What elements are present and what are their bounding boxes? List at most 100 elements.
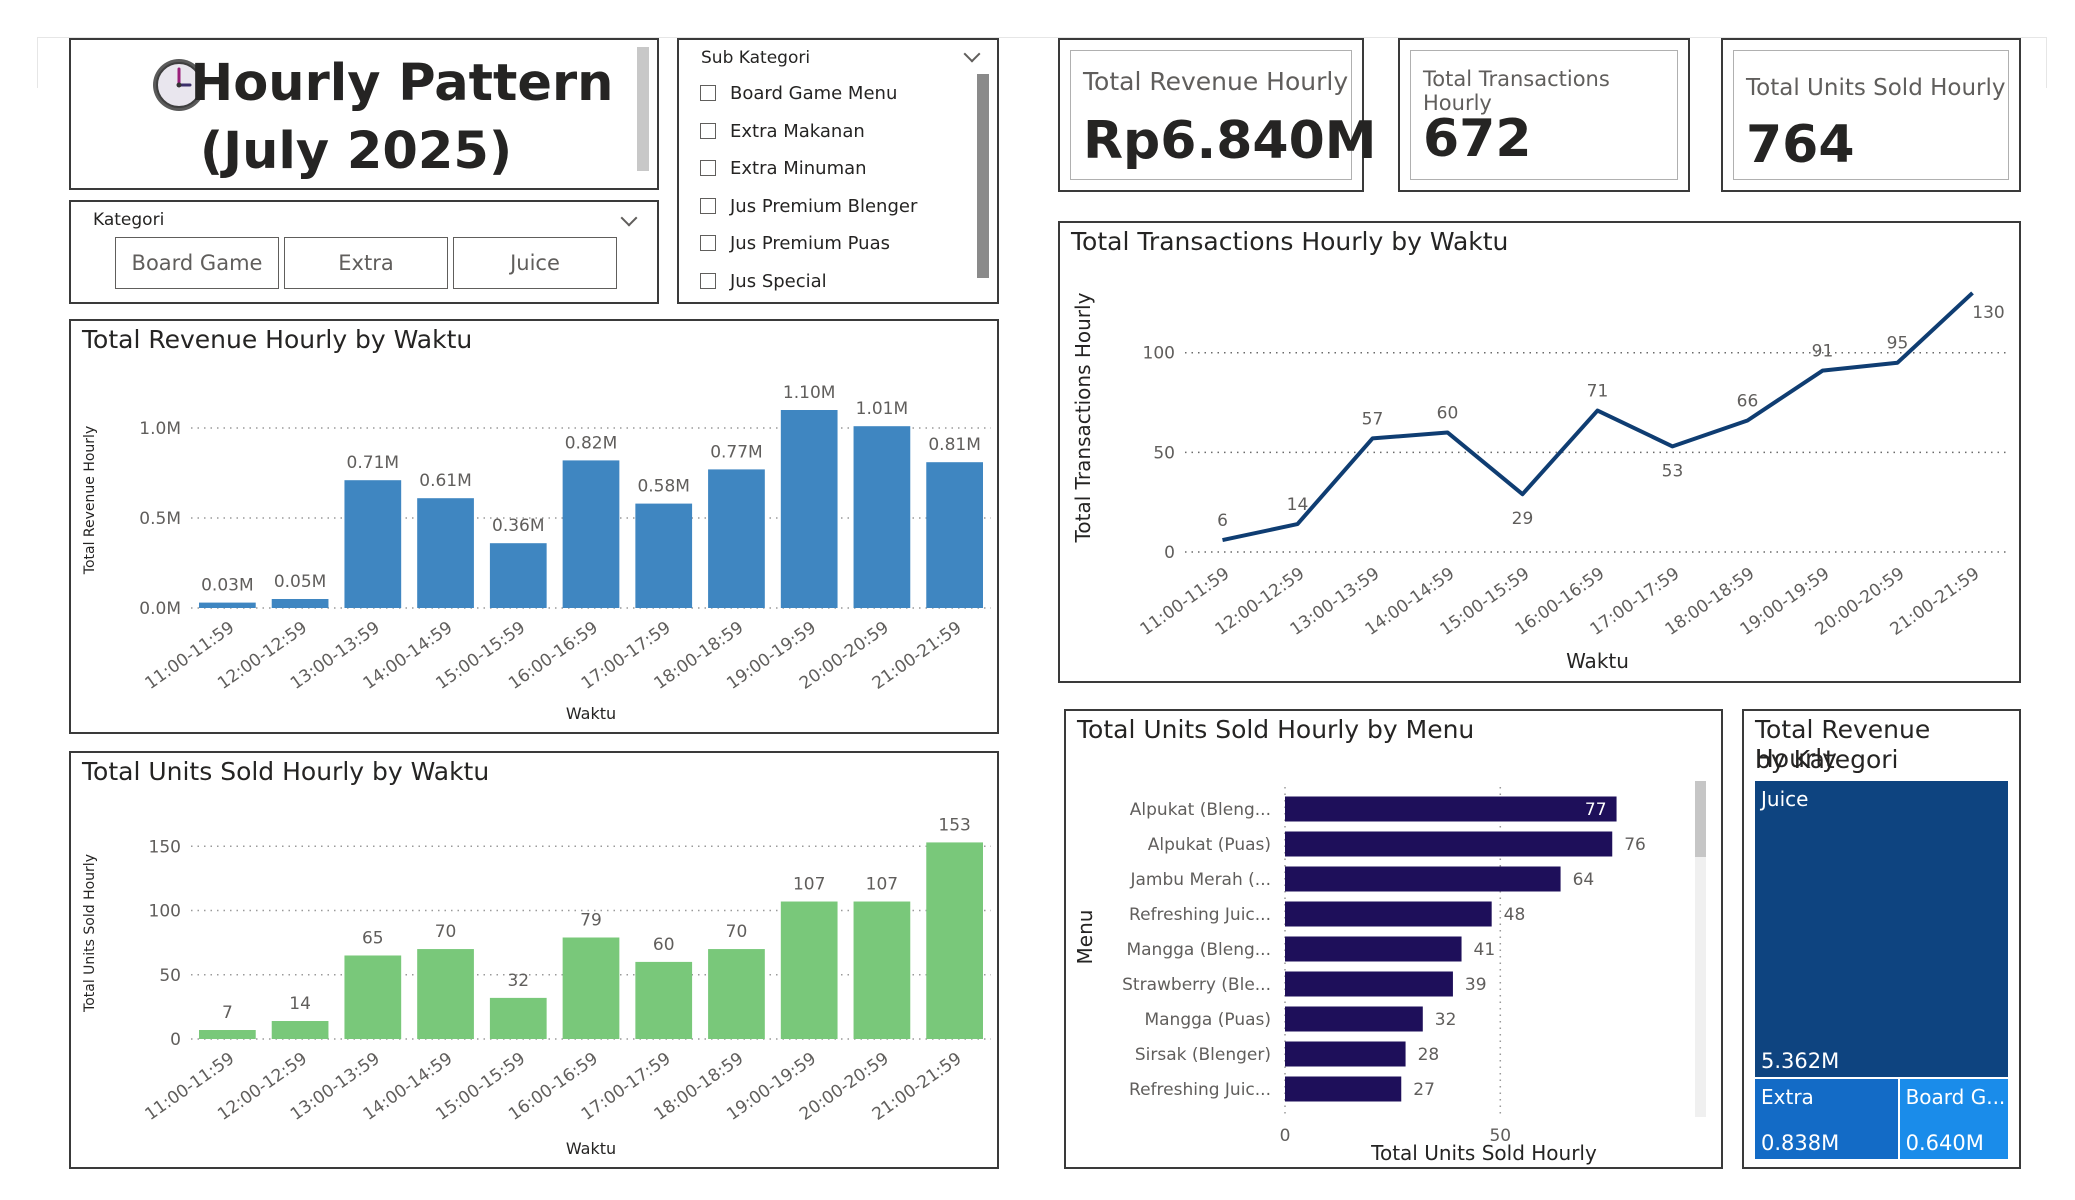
data-label: 79 [580, 910, 602, 930]
checkbox[interactable] [700, 273, 716, 289]
data-label: 91 [1812, 342, 1834, 362]
bar [635, 503, 693, 608]
dashboard-title-line2: (July 2025) [199, 122, 513, 181]
data-label: 0.36M [492, 516, 545, 536]
subkategori-item[interactable]: Extra Makanan [700, 116, 865, 146]
bar [199, 1030, 256, 1039]
y-tick-label: Sirsak (Blenger) [1135, 1045, 1271, 1065]
bar [562, 937, 620, 1039]
treemap-tile[interactable]: Extra 0.838M [1754, 1077, 1899, 1160]
checkbox[interactable] [700, 235, 716, 251]
dashboard-title-line1: Hourly Pattern [190, 54, 614, 113]
checkbox[interactable] [700, 198, 716, 214]
chevron-down-icon[interactable] [963, 45, 981, 63]
card-total-units: Total Units Sold Hourly 764 [1721, 38, 2021, 192]
y-tick-label: 0.0M [139, 599, 181, 619]
subkategori-item[interactable]: Board Game Menu [700, 78, 897, 108]
x-axis-title: Total Units Sold Hourly [1370, 1141, 1597, 1165]
card-total-transactions: Total Transactions Hourly 672 [1398, 38, 1690, 192]
card-units-value: 764 [1746, 115, 1855, 175]
bar [853, 901, 911, 1039]
checkbox[interactable] [700, 160, 716, 176]
y-tick-label: Strawberry (Ble... [1122, 975, 1271, 995]
data-label: 0.03M [201, 576, 254, 596]
data-label: 70 [726, 922, 748, 942]
data-label: 1.01M [856, 399, 909, 419]
y-tick-label: 150 [149, 837, 181, 857]
card-transactions-value: 672 [1423, 109, 1532, 169]
data-label: 76 [1624, 835, 1646, 855]
y-tick-label: 1.0M [139, 419, 181, 439]
data-label: 1.10M [783, 383, 836, 403]
subkategori-item-label: Extra Minuman [730, 157, 867, 179]
kategori-option-board-game[interactable]: Board Game [115, 237, 279, 289]
y-axis-title: Total Revenue Hourly [82, 426, 98, 575]
treemap-tile[interactable]: Board G... 0.640M [1898, 1077, 2009, 1160]
treemap-tile[interactable]: Juice 5.362M [1754, 780, 2009, 1078]
bar [780, 410, 838, 608]
bar [417, 498, 474, 608]
kategori-treemap: Juice 5.362M Extra 0.838M Board G... 0.640M [1754, 780, 2009, 1160]
chevron-down-icon[interactable] [620, 209, 638, 227]
subkategori-item[interactable]: Jus Premium Blenger [700, 191, 917, 221]
data-label: 153 [938, 815, 970, 835]
data-label: 70 [435, 922, 457, 942]
treemap-tile-value: 5.362M [1761, 1048, 1840, 1073]
kategori-option-extra[interactable]: Extra [284, 237, 448, 289]
checkbox[interactable] [700, 85, 716, 101]
subkategori-item[interactable]: Extra Minuman [700, 153, 867, 183]
units-chart-title: Total Units Sold Hourly by Waktu [82, 757, 490, 786]
bar [1285, 936, 1462, 962]
data-label: 6 [1217, 511, 1228, 531]
bar [635, 961, 693, 1039]
data-label: 39 [1465, 975, 1487, 995]
menu-scrollbar-thumb[interactable] [1695, 781, 1706, 857]
y-tick-label: 50 [159, 966, 181, 986]
data-label: 71 [1587, 382, 1609, 402]
data-label: 0.61M [419, 471, 472, 491]
menu-bar-chart: 0 50Alpukat (Bleng... 77Alpukat (Puas) 76Ja… [1073, 781, 1706, 1165]
bar [344, 480, 402, 608]
y-tick-label: Jambu Merah (... [1129, 870, 1271, 890]
y-tick-label: 100 [149, 902, 181, 922]
y-tick-label: 50 [1153, 443, 1175, 463]
subkategori-item-label: Board Game Menu [730, 82, 898, 104]
bar [1285, 796, 1617, 822]
data-label: 0.05M [274, 572, 327, 592]
checkbox[interactable] [700, 123, 716, 139]
subkategori-item[interactable]: Jus Premium Puas [700, 228, 890, 258]
subkategori-item-label: Jus Special [730, 270, 827, 292]
subkategori-slicer-label: Sub Kategori [701, 48, 811, 68]
subkategori-item-label: Jus Premium Blenger [730, 195, 918, 217]
subkategori-item-label: Extra Makanan [730, 120, 865, 142]
transactions-chart-panel: Total Transactions Hourly by Waktu 0 50 10… [1058, 221, 2021, 683]
menu-chart-title: Total Units Sold Hourly by Menu [1077, 715, 1475, 744]
card-inner: Total Revenue Hourly Rp6.840M [1070, 50, 1377, 180]
subkategori-item[interactable]: Jus Special [700, 266, 827, 296]
x-axis-title: Waktu [566, 1139, 616, 1158]
data-label: 95 [1887, 334, 1909, 354]
treemap-tile-label: Juice [1761, 787, 1809, 811]
title-scrollbar[interactable] [637, 47, 649, 171]
kategori-slicer-label: Kategori [93, 210, 165, 230]
bar [199, 602, 256, 608]
data-label: 60 [1437, 403, 1459, 423]
data-label: 130 [1972, 303, 2004, 323]
data-label: 29 [1512, 509, 1534, 529]
kategori-option-juice[interactable]: Juice [453, 237, 617, 289]
card-inner: Total Transactions Hourly 672 [1410, 50, 1678, 180]
x-tick-label: 0 [1280, 1126, 1291, 1146]
data-label: 0.81M [928, 435, 981, 455]
subkategori-scrollbar[interactable] [977, 74, 989, 278]
data-label: 0.58M [637, 477, 690, 497]
data-label: 28 [1418, 1045, 1440, 1065]
data-label: 41 [1474, 940, 1496, 960]
bar [1285, 901, 1492, 927]
bar [1285, 971, 1453, 997]
bar [489, 543, 547, 608]
data-label: 7 [222, 1003, 233, 1023]
units-bar-chart: 050100150711:00-11:591412:00-12:596513:0… [82, 815, 991, 1158]
data-label: 60 [653, 935, 675, 955]
treemap-tile-label: Board G... [1905, 1084, 2006, 1109]
units-chart-panel: Total Units Sold Hourly by Waktu 0 50 100 1… [69, 751, 999, 1169]
